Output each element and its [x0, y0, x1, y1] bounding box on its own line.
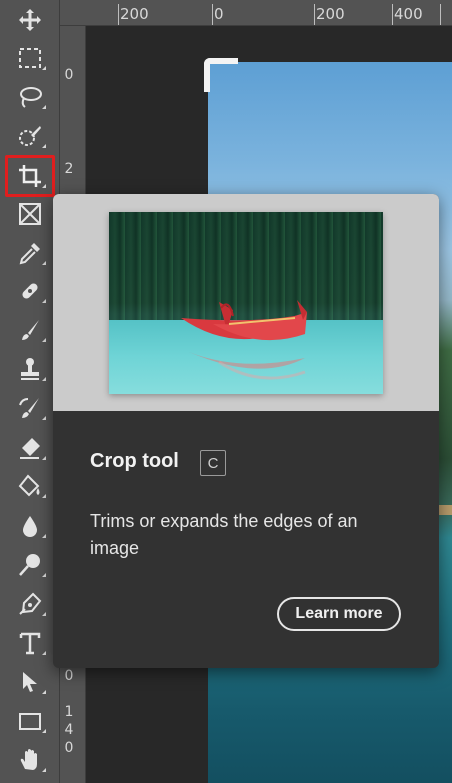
ruler-label: 4	[64, 722, 74, 738]
ruler-label: 0	[64, 67, 74, 83]
pen-tool-button[interactable]	[8, 586, 52, 622]
pen-icon	[19, 592, 42, 615]
ruler-label: 200	[120, 5, 149, 23]
brush-tool-button[interactable]	[8, 312, 52, 348]
submenu-indicator	[42, 534, 46, 538]
ruler-label: 0	[214, 5, 224, 23]
crop-icon	[19, 165, 41, 187]
ruler-label: 2	[64, 161, 74, 177]
paint-bucket-tool-button[interactable]	[8, 468, 52, 504]
history-brush-icon	[19, 398, 39, 418]
submenu-indicator	[42, 690, 46, 694]
shortcut-key-badge: C	[200, 450, 226, 476]
object-selection-icon	[19, 126, 41, 146]
submenu-indicator	[42, 573, 46, 577]
marquee-tool-button[interactable]	[8, 40, 52, 76]
submenu-indicator	[42, 144, 46, 148]
submenu-indicator	[42, 456, 46, 460]
history-brush-tool-button[interactable]	[8, 390, 52, 426]
submenu-indicator	[42, 494, 46, 498]
submenu-indicator	[42, 651, 46, 655]
rectangular-marquee-icon	[19, 48, 41, 68]
type-tool-button[interactable]	[8, 625, 52, 661]
eraser-icon	[20, 438, 40, 459]
blur-tool-button[interactable]	[8, 508, 52, 544]
tools-panel	[0, 0, 60, 783]
tooltip-description: Trims or expands the edges of an image	[90, 511, 358, 558]
submenu-indicator	[42, 184, 46, 188]
ruler-label: 200	[316, 5, 345, 23]
move-tool-button[interactable]	[8, 2, 52, 38]
rectangle-icon	[19, 713, 41, 730]
ruler-label: 0	[64, 668, 74, 684]
crop-corner-handle[interactable]	[204, 58, 238, 92]
eyedropper-tool-button[interactable]	[8, 235, 52, 271]
submenu-indicator	[42, 105, 46, 109]
tooltip-preview	[53, 194, 439, 411]
move-icon	[19, 9, 41, 31]
hand-icon	[20, 749, 37, 770]
clone-stamp-tool-button[interactable]	[8, 351, 52, 387]
type-icon	[19, 632, 41, 655]
eraser-tool-button[interactable]	[8, 430, 52, 466]
eyedropper-icon	[19, 243, 40, 265]
submenu-indicator	[42, 261, 46, 265]
submenu-indicator	[42, 66, 46, 70]
tooltip-title: Crop tool	[90, 450, 179, 472]
ruler-label: 400	[394, 5, 423, 23]
lasso-tool-button[interactable]	[8, 79, 52, 115]
horizontal-ruler[interactable]: 200 0 200 400	[60, 0, 452, 26]
paint-bucket-icon	[18, 474, 40, 497]
stamp-icon	[21, 358, 39, 380]
arrow-icon	[23, 672, 37, 692]
dodge-tool-button[interactable]	[8, 547, 52, 583]
submenu-indicator	[42, 768, 46, 772]
object-selection-tool-button[interactable]	[8, 118, 52, 154]
preview-image	[109, 212, 383, 394]
submenu-indicator	[42, 729, 46, 733]
path-selection-tool-button[interactable]	[8, 664, 52, 700]
photoshop-window: 200 0 200 400 0 2 0 1 4 0 Crop tool C Tr…	[0, 0, 452, 783]
lasso-icon	[20, 87, 42, 108]
crop-tool-button[interactable]	[5, 155, 55, 197]
hand-tool-button[interactable]	[8, 742, 52, 778]
dodge-icon	[19, 554, 40, 576]
healing-brush-tool-button[interactable]	[8, 273, 52, 309]
frame-icon	[19, 203, 41, 225]
ruler-label: 1	[64, 704, 74, 720]
bandage-icon	[22, 283, 38, 299]
brush-icon	[22, 320, 39, 340]
submenu-indicator	[42, 299, 46, 303]
rich-tooltip: Crop tool C Trims or expands the edges o…	[53, 194, 439, 668]
drop-icon	[23, 516, 37, 537]
canoes-graphic	[181, 300, 307, 380]
rectangle-tool-button[interactable]	[8, 703, 52, 739]
submenu-indicator	[42, 377, 46, 381]
submenu-indicator	[42, 416, 46, 420]
frame-tool-button[interactable]	[8, 196, 52, 232]
ruler-label: 0	[64, 740, 74, 756]
learn-more-button[interactable]: Learn more	[277, 597, 401, 631]
submenu-indicator	[42, 612, 46, 616]
submenu-indicator	[42, 338, 46, 342]
